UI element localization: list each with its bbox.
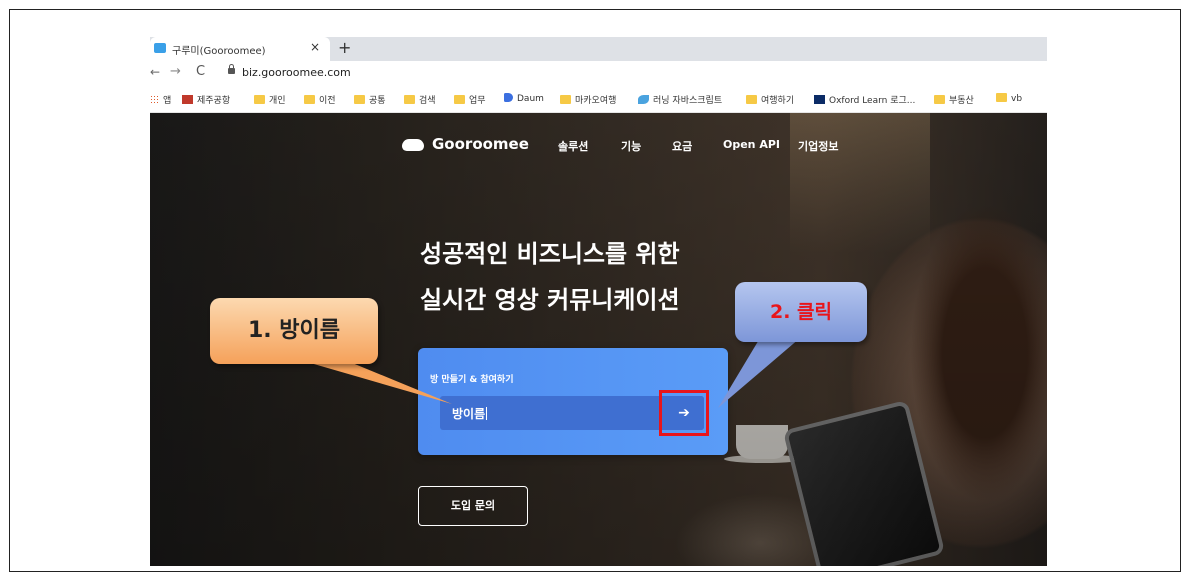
bookmark-travel[interactable]: 여행하기 [746,93,794,106]
close-tab-icon[interactable]: × [310,40,320,54]
browser-tab-bar: 구루미(Gooroomee) × + [150,37,1047,61]
nav-features[interactable]: 기능 [621,138,641,154]
headline-line-2: 실시간 영상 커뮤니케이션 [420,286,680,314]
nav-solutions[interactable]: 솔루션 [558,138,588,154]
nav-pricing[interactable]: 요금 [672,138,692,154]
nav-open-api[interactable]: Open API [723,138,780,151]
callout-step-2: 2. 클릭 [735,282,867,342]
bookmark-previous[interactable]: 이전 [304,93,336,106]
callout-step-1-text: 1. 방이름 [247,318,341,343]
room-card-label: 방 만들기 & 참여하기 [430,375,514,385]
bookmark-personal[interactable]: 개인 [254,93,286,106]
hero-headline: 성공적인 비즈니스를 위한 실시간 영상 커뮤니케이션 [420,231,680,323]
fish-icon [638,95,649,104]
text-caret [486,407,488,420]
browser-tab[interactable]: 구루미(Gooroomee) × [150,37,330,61]
bookmark-learning-javascript[interactable]: 러닝 자바스크립트 [638,93,722,106]
bookmarks-bar: 앱 제주공항 개인 이전 공통 검색 업무 Daum 마카오여행 러닝 자바스크… [150,86,1047,113]
cloud-logo-icon[interactable] [402,139,424,151]
forward-icon[interactable]: → [170,64,181,79]
folder-icon [254,95,265,104]
room-card: 방 만들기 & 참여하기 방이름 ➔ [418,348,728,455]
lock-icon[interactable] [228,64,235,74]
back-icon[interactable]: ← [150,65,160,79]
inquiry-button[interactable]: 도입 문의 [418,486,528,526]
folder-icon [454,95,465,104]
bookmark-search[interactable]: 검색 [404,93,436,106]
browser-address-bar: ← → C biz.gooroomee.com [150,61,1047,86]
apps-grid-icon [150,95,159,104]
bookmark-work[interactable]: 업무 [454,93,486,106]
folder-icon [996,93,1007,102]
oup-icon [814,95,825,104]
folder-icon [934,95,945,104]
folder-icon [304,95,315,104]
bookmark-jeju-airport[interactable]: 제주공항 [182,93,230,106]
daum-icon [504,93,513,102]
site-logo[interactable]: Gooroomee [432,135,529,153]
folder-icon [746,95,757,104]
kac-icon [182,95,193,104]
bookmark-macau-trip[interactable]: 마카오여행 [560,93,616,106]
url-field[interactable]: biz.gooroomee.com [242,66,351,79]
folder-icon [560,95,571,104]
click-highlight-box [659,390,709,436]
gooroomee-favicon-icon [154,43,166,53]
bookmark-common[interactable]: 공통 [354,93,386,106]
bookmark-vb[interactable]: vb [996,93,1022,104]
callout-step-2-text: 2. 클릭 [769,301,832,323]
bookmark-real-estate[interactable]: 부동산 [934,93,974,106]
folder-icon [354,95,365,104]
bookmark-oxford-learn[interactable]: Oxford Learn 로그... [814,93,915,106]
tab-title: 구루미(Gooroomee) [172,46,266,57]
new-tab-icon[interactable]: + [338,38,351,57]
room-name-value: 방이름 [452,407,488,421]
nav-company-info[interactable]: 기업정보 [798,138,838,154]
bookmark-apps[interactable]: 앱 [150,93,171,106]
headline-line-1: 성공적인 비즈니스를 위한 [420,240,680,268]
bookmark-daum[interactable]: Daum [504,93,544,104]
folder-icon [404,95,415,104]
callout-step-1: 1. 방이름 [210,298,378,364]
reload-icon[interactable]: C [196,64,205,79]
